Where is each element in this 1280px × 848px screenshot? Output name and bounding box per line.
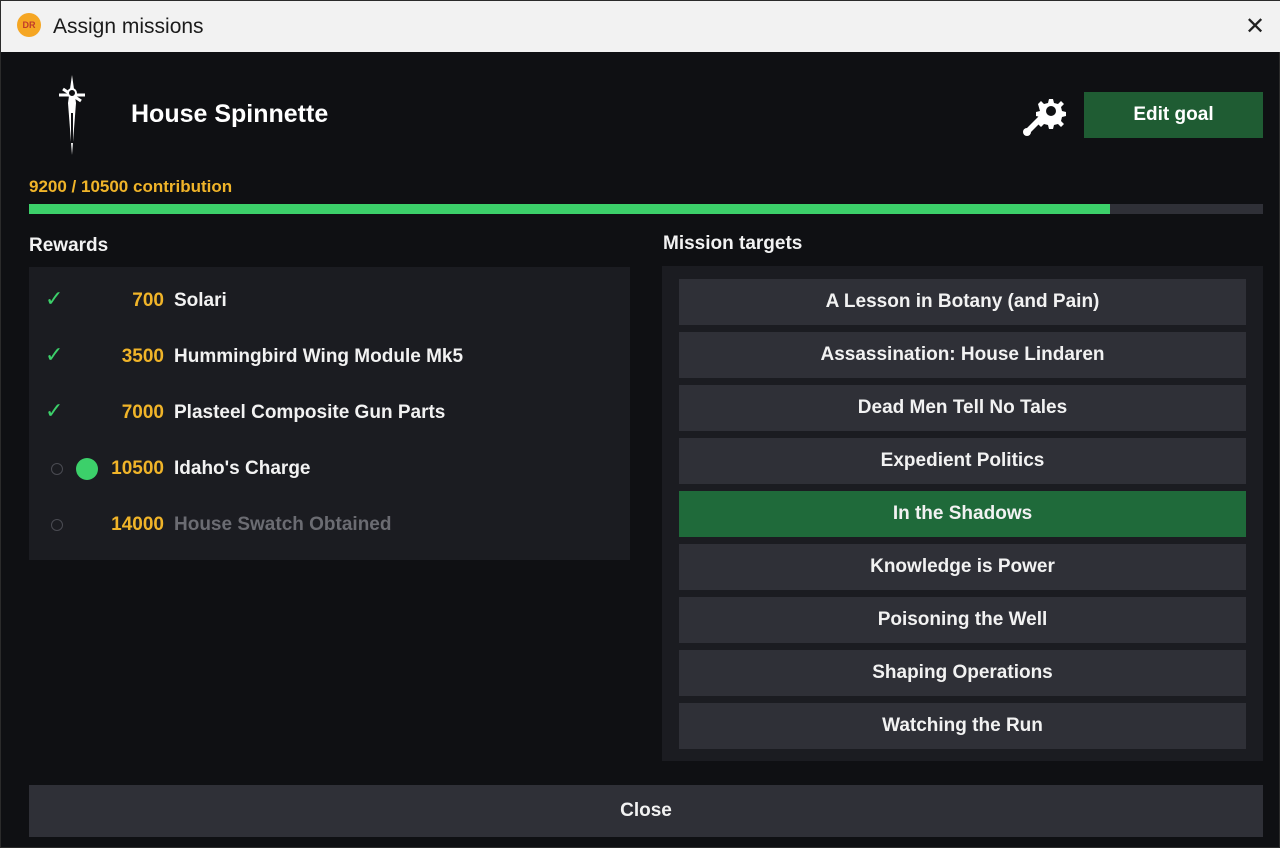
reward-name: Hummingbird Wing Module Mk5 (174, 346, 464, 367)
mission-target-button-selected[interactable]: In the Shadows (679, 491, 1246, 537)
reward-value: 14000 (111, 514, 164, 535)
title-bar: DR Assign missions ✕ (1, 1, 1280, 52)
mission-target-button[interactable]: Expedient Politics (679, 438, 1246, 484)
mission-target-button[interactable]: Poisoning the Well (679, 597, 1246, 643)
reward-row: 10500 Idaho's Charge (29, 449, 630, 489)
reward-row: ✓ 7000 Plasteel Composite Gun Parts (29, 393, 630, 433)
reward-row: 14000 House Swatch Obtained (29, 505, 630, 545)
close-icon[interactable]: ✕ (1241, 12, 1269, 40)
reward-name: House Swatch Obtained (174, 514, 392, 535)
app-icon: DR (17, 13, 41, 37)
reward-row: ✓ 3500 Hummingbird Wing Module Mk5 (29, 337, 630, 377)
mission-targets-panel: A Lesson in Botany (and Pain) Assassinat… (662, 266, 1263, 761)
check-icon: ✓ (45, 287, 64, 312)
reward-value: 10500 (111, 458, 164, 479)
reward-value: 700 (132, 290, 164, 311)
mission-target-button[interactable]: Watching the Run (679, 703, 1246, 749)
radio-circle-icon (51, 519, 63, 531)
reward-value: 7000 (121, 402, 164, 423)
check-icon: ✓ (45, 399, 64, 424)
mission-target-button[interactable]: Dead Men Tell No Tales (679, 385, 1246, 431)
contribution-progress-bar (29, 204, 1263, 214)
assign-missions-window: DR Assign missions ✕ House Spinnette Edi… (0, 0, 1280, 848)
contribution-progress-fill (29, 204, 1110, 214)
reward-name: Idaho's Charge (174, 458, 311, 479)
mission-target-button[interactable]: Knowledge is Power (679, 544, 1246, 590)
house-name: House Spinnette (131, 100, 329, 128)
rewards-heading: Rewards (29, 235, 109, 256)
mission-target-button[interactable]: Assassination: House Lindaren (679, 332, 1246, 378)
rewards-panel: ✓ 700 Solari ✓ 3500 Hummingbird Wing Mod… (29, 267, 630, 560)
goal-marker-icon (76, 458, 98, 480)
mission-targets-heading: Mission targets (663, 233, 803, 254)
reward-name: Plasteel Composite Gun Parts (174, 402, 446, 423)
mission-target-button[interactable]: Shaping Operations (679, 650, 1246, 696)
house-emblem-icon (59, 75, 85, 155)
window-title: Assign missions (53, 15, 204, 38)
close-button[interactable]: Close (29, 785, 1263, 837)
edit-goal-button[interactable]: Edit goal (1084, 92, 1263, 138)
gear-wrench-icon[interactable] (1021, 92, 1067, 138)
check-icon: ✓ (45, 343, 64, 368)
reward-value: 3500 (121, 346, 164, 367)
reward-name: Solari (174, 290, 227, 311)
contribution-text: 9200 / 10500 contribution (29, 177, 233, 196)
mission-target-button[interactable]: A Lesson in Botany (and Pain) (679, 279, 1246, 325)
radio-circle-icon (51, 463, 63, 475)
reward-row: ✓ 700 Solari (29, 281, 630, 321)
